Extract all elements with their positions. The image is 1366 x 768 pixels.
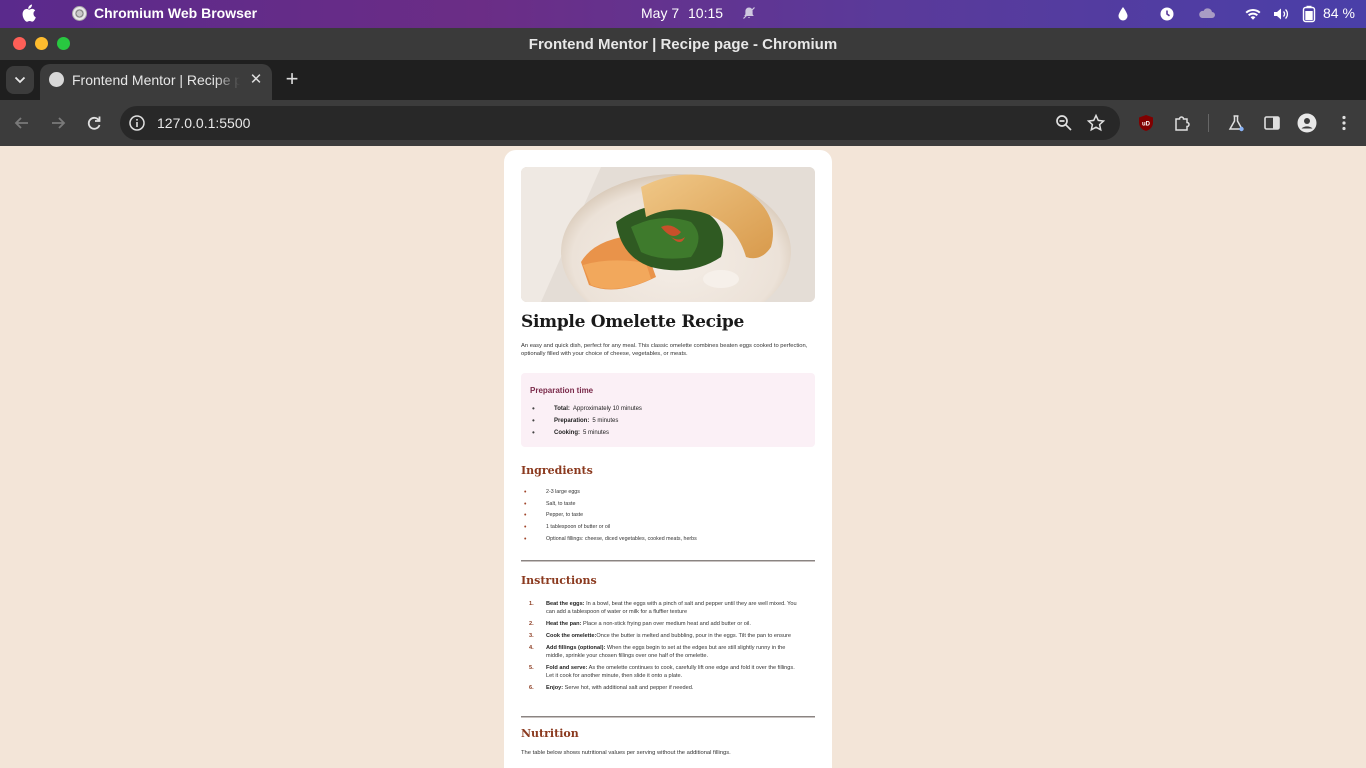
extensions-puzzle-icon[interactable]: [1172, 113, 1192, 133]
recipe-title: Simple Omelette Recipe: [521, 312, 744, 332]
macos-menu-bar: Chromium Web Browser May 7 10:15 84 %: [0, 0, 1366, 28]
nutrition-title: Nutrition: [521, 727, 579, 740]
instruction-label: Beat the eggs:: [546, 601, 585, 607]
ingredient-item: Salt, to taste: [521, 500, 697, 512]
instruction-number: 4.: [529, 645, 534, 652]
ingredient-item: 1 tablespoon of butter or oil: [521, 523, 697, 535]
close-tab-button[interactable]: ✕: [248, 72, 264, 88]
instruction-item: 4. Add fillings (optional): When the eggs…: [521, 645, 815, 661]
instruction-label: Add fillings (optional):: [546, 645, 606, 652]
battery-percent: 84 %: [1323, 5, 1355, 21]
site-info-icon[interactable]: [127, 113, 147, 133]
instruction-item: 2. Heat the pan: Place a non-stick frying…: [521, 621, 815, 629]
instruction-label: Cook the omelette:: [546, 632, 597, 639]
side-panel-icon[interactable]: [1262, 113, 1282, 133]
new-tab-button[interactable]: +: [282, 68, 302, 90]
recipe-intro: An easy and quick dish, perfect for any …: [521, 343, 808, 357]
window-title: Frontend Mentor | Recipe page - Chromium: [528, 36, 838, 53]
instruction-number: 5.: [529, 664, 534, 671]
section-divider: [521, 560, 815, 562]
instruction-text: Serve hot, with additional salt and pepp…: [563, 684, 694, 691]
prep-item-value: Approximately 10 minutes: [572, 406, 642, 412]
instructions-title: Instructions: [521, 574, 597, 587]
prep-item-label: Total:: [554, 406, 570, 412]
instruction-label: Enjoy:: [546, 684, 564, 691]
instruction-text: In a bowl, beat the eggs with a pinch of…: [546, 601, 797, 615]
instruction-number: 3.: [529, 632, 534, 639]
chromium-icon: [72, 5, 87, 21]
ingredient-item: Optional fillings: cheese, diced vegetab…: [521, 535, 697, 547]
prep-item-value: 5 minutes: [592, 418, 619, 424]
instructions-list: 1. Beat the eggs: In a bowl, beat the egg…: [521, 601, 815, 697]
more-menu-icon[interactable]: [1334, 113, 1354, 133]
battery-icon[interactable]: [1302, 5, 1316, 23]
volume-icon[interactable]: [1272, 5, 1290, 23]
menubar-app-name: Chromium Web Browser: [94, 5, 258, 21]
ingredients-list: 2-3 large eggs Salt, to taste Pepper, to…: [521, 488, 697, 546]
tab-search-button[interactable]: [6, 66, 34, 94]
prep-item-preparation: Preparation:5 minutes: [530, 416, 642, 429]
instruction-item: 5. Fold and serve: As the omelette contin…: [521, 665, 815, 681]
omelette-image: [521, 167, 815, 302]
prep-item-value: 5 minutes: [583, 430, 610, 436]
url-text[interactable]: 127.0.0.1:5500: [157, 115, 250, 131]
tab-title: Frontend Mentor | Recipe page: [72, 72, 240, 88]
back-button[interactable]: [12, 113, 32, 133]
svg-text:uD: uD: [1142, 122, 1151, 128]
ingredient-item: 2-3 large eggs: [521, 488, 697, 500]
clock-icon[interactable]: [1159, 5, 1175, 23]
menubar-app[interactable]: Chromium Web Browser: [72, 5, 257, 21]
section-divider: [521, 716, 815, 718]
globe-icon: [49, 72, 64, 87]
instruction-text: Place a non-stick frying pan over medium…: [581, 620, 751, 627]
chevron-down-icon: [14, 76, 26, 84]
instruction-number: 2.: [529, 620, 534, 627]
instruction-number: 6.: [529, 684, 534, 691]
notifications-off-icon[interactable]: [742, 6, 756, 20]
instruction-label: Heat the pan:: [546, 620, 582, 627]
forward-button[interactable]: [48, 113, 68, 133]
instruction-number: 1.: [529, 601, 534, 607]
zoom-icon[interactable]: [1054, 113, 1074, 133]
ingredients-title: Ingredients: [521, 464, 593, 477]
prep-item-label: Cooking:: [554, 430, 580, 436]
prep-item-total: Total:Approximately 10 minutes: [530, 404, 642, 417]
instruction-label: Fold and serve:: [546, 664, 588, 671]
instruction-item: 6. Enjoy: Serve hot, with additional salt…: [521, 685, 815, 693]
wifi-icon[interactable]: [1244, 5, 1262, 23]
ingredient-item: Pepper, to taste: [521, 511, 697, 523]
preparation-time-title: Preparation time: [530, 386, 594, 395]
drop-icon[interactable]: [1117, 5, 1129, 23]
reload-button[interactable]: [84, 113, 104, 133]
menubar-time[interactable]: 10:15: [688, 5, 723, 21]
menubar-date[interactable]: May 7: [641, 5, 679, 21]
apple-icon[interactable]: [20, 4, 36, 22]
profile-avatar-icon[interactable]: [1297, 113, 1317, 133]
preparation-time-list: Total:Approximately 10 minutes Preparati…: [530, 404, 642, 441]
instruction-text: Once the butter is melted and bubbling, …: [596, 632, 792, 639]
instruction-item: 1. Beat the eggs: In a bowl, beat the egg…: [521, 601, 815, 617]
address-bar[interactable]: [120, 106, 1120, 140]
labs-flask-icon[interactable]: [1226, 113, 1246, 133]
bookmark-star-icon[interactable]: [1086, 113, 1106, 133]
prep-item-cooking: Cooking:5 minutes: [530, 428, 642, 441]
ublock-extension-icon[interactable]: uD: [1136, 113, 1156, 133]
nutrition-description: The table below shows nutritional values…: [521, 750, 731, 756]
instruction-item: 3. Cook the omelette:Once the butter is m…: [521, 633, 815, 641]
cloud-icon[interactable]: [1197, 5, 1217, 23]
prep-item-label: Preparation:: [554, 418, 590, 424]
toolbar-separator: [1208, 114, 1209, 132]
